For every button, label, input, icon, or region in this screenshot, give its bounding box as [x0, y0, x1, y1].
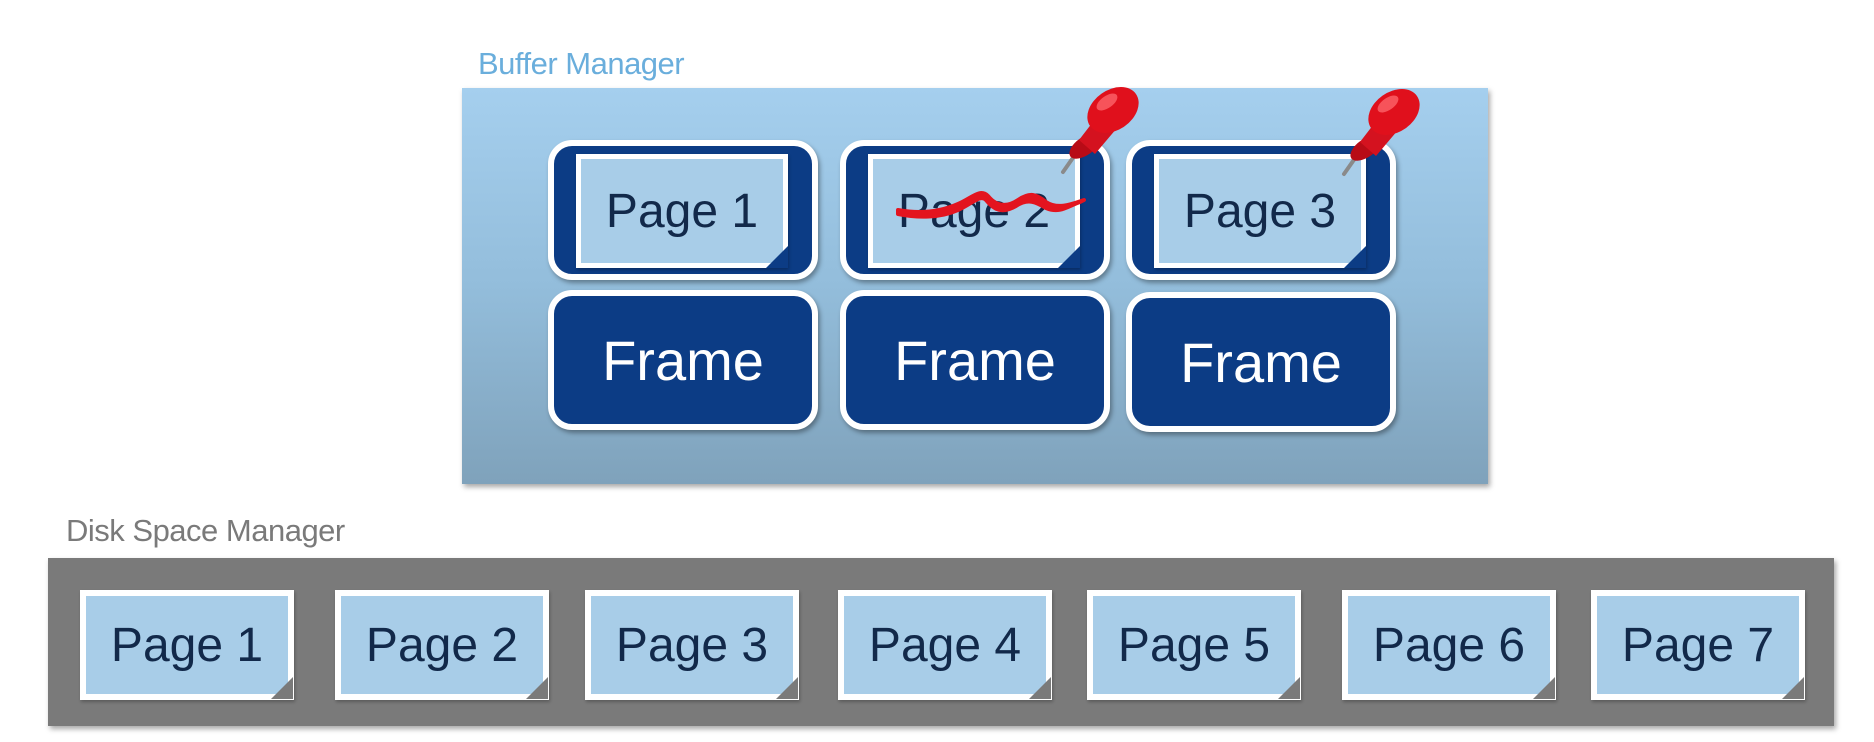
disk-page-label: Page 7 [1621, 618, 1775, 672]
disk-page-4[interactable]: Page 4 [838, 590, 1052, 700]
page-corner-fold [1533, 677, 1555, 699]
disk-page-5[interactable]: Page 5 [1087, 590, 1301, 700]
buffer-frame-2-slot: Page 2 [840, 140, 1110, 280]
disk-space-manager-pool: Page 1 Page 2 Page 3 Page 4 Page 5 Page … [48, 558, 1834, 726]
buffer-frame-3-slot: Page 3 [1126, 140, 1396, 280]
disk-page-3[interactable]: Page 3 [585, 590, 799, 700]
disk-page-label: Page 4 [868, 618, 1022, 672]
page-corner-fold [1029, 677, 1051, 699]
frame-3-label: Frame [1180, 330, 1342, 394]
disk-page-label: Page 5 [1117, 618, 1271, 672]
disk-page-label: Page 3 [615, 618, 769, 672]
page-corner-fold [766, 246, 788, 268]
buffer-frame-1-slot: Page 1 [548, 140, 818, 280]
disk-page-label: Page 6 [1372, 618, 1526, 672]
buffer-manager-pool: Page 1 Frame Page 2 Frame Page 3 Frame [462, 88, 1488, 484]
page-corner-fold [526, 677, 548, 699]
buffer-frame-3[interactable]: Frame [1126, 292, 1396, 432]
buffer-frame-1[interactable]: Frame [548, 290, 818, 430]
page-corner-fold [1782, 677, 1804, 699]
page-corner-fold [271, 677, 293, 699]
buffer-page-3-label: Page 3 [1183, 184, 1337, 238]
disk-page-2[interactable]: Page 2 [335, 590, 549, 700]
buffer-manager-label: Buffer Manager [478, 46, 685, 81]
disk-space-manager-label: Disk Space Manager [66, 513, 345, 548]
buffer-frame-2[interactable]: Frame [840, 290, 1110, 430]
page-corner-fold [1344, 246, 1366, 268]
disk-page-label: Page 2 [365, 618, 519, 672]
disk-page-6[interactable]: Page 6 [1342, 590, 1556, 700]
buffer-page-3[interactable]: Page 3 [1154, 154, 1366, 268]
page-corner-fold [1058, 246, 1080, 268]
frame-1-label: Frame [602, 328, 764, 392]
buffer-page-1-label: Page 1 [605, 184, 759, 238]
page-corner-fold [1278, 677, 1300, 699]
disk-page-1[interactable]: Page 1 [80, 590, 294, 700]
disk-page-label: Page 1 [110, 618, 264, 672]
frame-2-label: Frame [894, 328, 1056, 392]
disk-page-7[interactable]: Page 7 [1591, 590, 1805, 700]
buffer-page-1[interactable]: Page 1 [576, 154, 788, 268]
page-corner-fold [776, 677, 798, 699]
buffer-page-2-label: Page 2 [897, 184, 1051, 238]
buffer-page-2[interactable]: Page 2 [868, 154, 1080, 268]
